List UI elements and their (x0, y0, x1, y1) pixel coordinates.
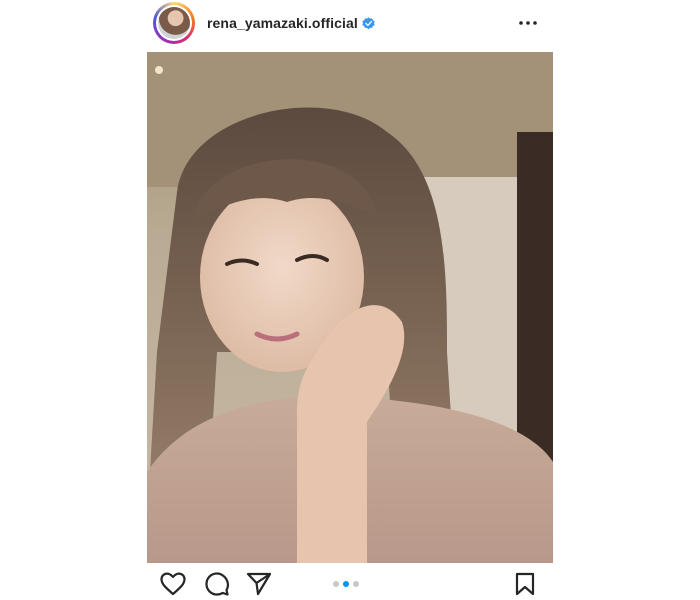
instagram-post: rena_yamazaki.official (147, 0, 553, 600)
post-photo[interactable] (147, 52, 553, 563)
avatar-image (158, 7, 190, 39)
story-ring[interactable] (153, 2, 195, 44)
share-icon[interactable] (245, 570, 273, 598)
username-row: rena_yamazaki.official (207, 13, 375, 33)
more-options-icon[interactable] (517, 12, 539, 34)
verified-badge-icon (362, 16, 375, 30)
username[interactable]: rena_yamazaki.official (207, 15, 358, 31)
avatar (156, 5, 192, 41)
carousel-dot (353, 581, 359, 587)
carousel-dot (333, 581, 339, 587)
bookmark-icon[interactable] (511, 570, 539, 598)
post-photo-illustration (147, 52, 553, 563)
carousel-indicator (333, 580, 359, 588)
post-actions (147, 566, 553, 600)
post-header: rena_yamazaki.official (147, 0, 553, 46)
comment-icon[interactable] (203, 570, 231, 598)
heart-icon[interactable] (159, 570, 187, 598)
carousel-dot-active (343, 581, 349, 587)
